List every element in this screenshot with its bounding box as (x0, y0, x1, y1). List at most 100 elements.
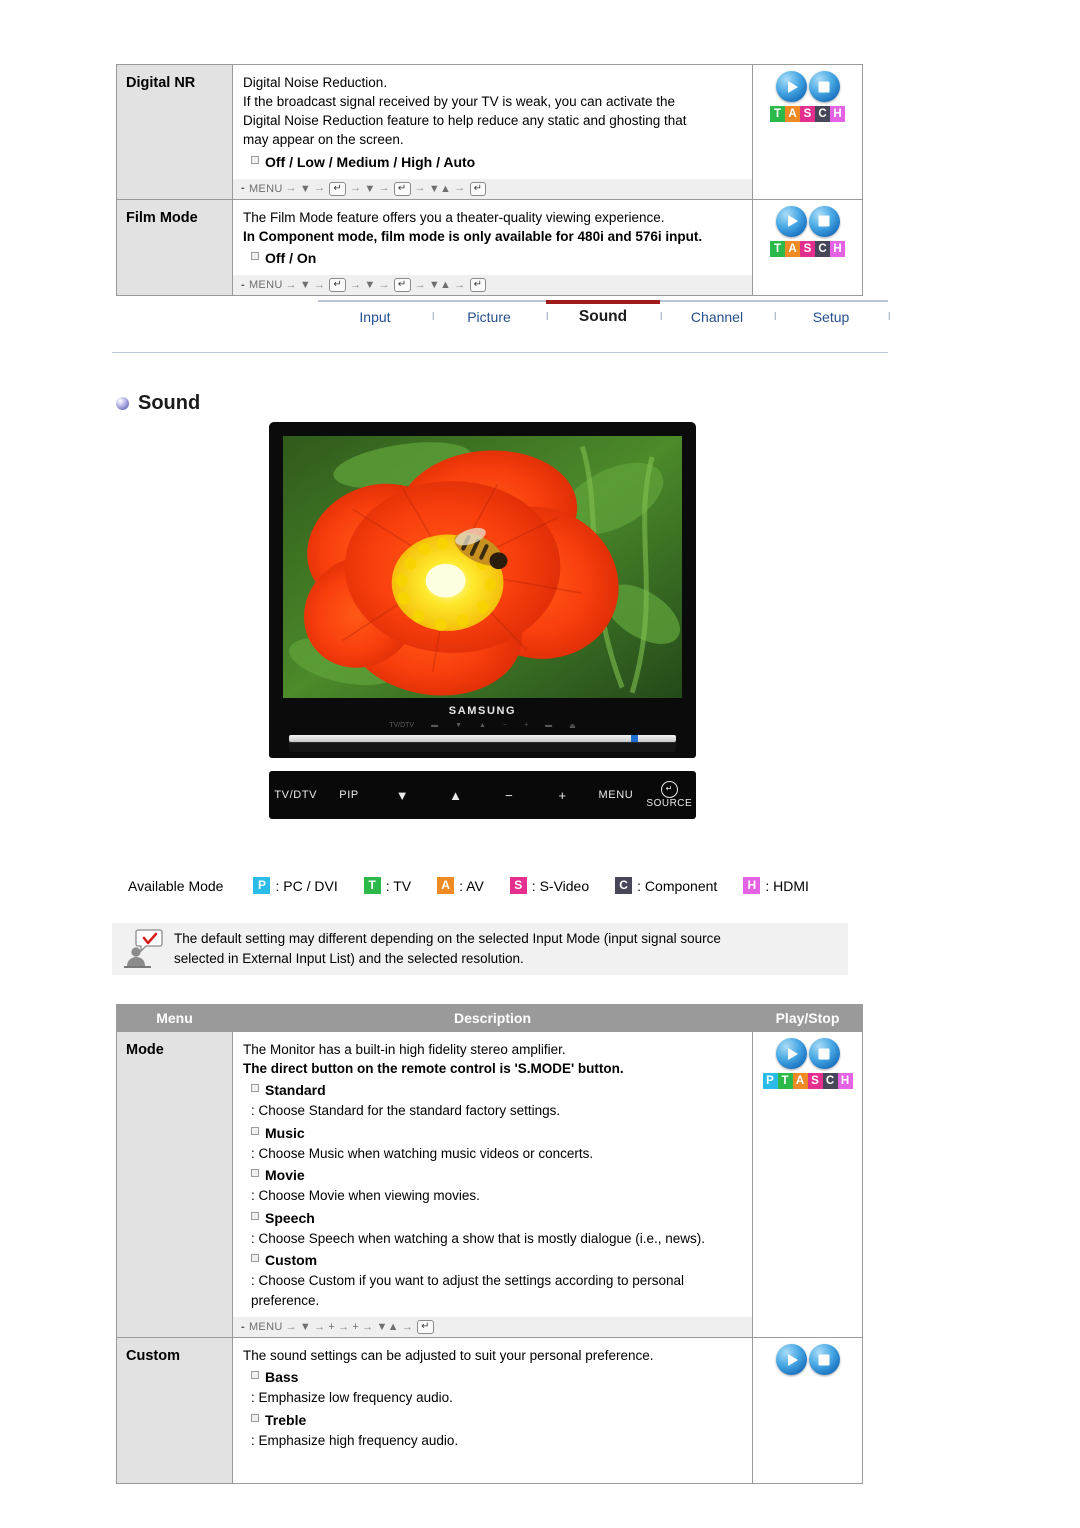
enter-key-icon: ↵ (329, 277, 347, 292)
table-row: Digital NR Digital Noise Reduction. If t… (116, 64, 863, 200)
mode-svideo-label: : S-Video (531, 877, 590, 894)
desc-line: may appear on the screen. (243, 132, 404, 148)
header-menu: Menu (116, 1004, 233, 1032)
desc-line: The Monitor has a built-in high fidelity… (243, 1042, 566, 1057)
option-label: Movie (265, 1167, 305, 1184)
path-down: ▼ (364, 182, 376, 195)
menu-cell: Digital NR (116, 64, 233, 200)
mode-badge: T A S C H (770, 240, 845, 257)
playstop-cell: P T A S C H (752, 1030, 863, 1339)
badge-T: T (770, 240, 785, 257)
key-source-icon: ⏏ (569, 722, 576, 730)
badge-C: C (822, 1073, 838, 1089)
monitor-base (289, 742, 676, 752)
option-label: Bass (265, 1369, 299, 1386)
mode-hdmi-label: : HDMI (765, 877, 809, 894)
key-plus-icon: + (524, 722, 529, 729)
enter-key-icon: ↵ (393, 181, 411, 196)
play-stop-orbs (775, 1344, 840, 1376)
chip-S-icon: S (509, 877, 527, 894)
badge-T: T (770, 106, 785, 122)
square-bullet-icon (251, 1211, 259, 1220)
option-label: Custom (265, 1252, 318, 1269)
stop-icon (808, 205, 840, 237)
option-standard: Standard (243, 1081, 742, 1100)
desc-line-bold: The direct button on the remote control … (243, 1061, 624, 1077)
control-up-icon[interactable]: ▲ (429, 788, 482, 803)
monitor-front-keys: TV/DTV ▬ ▼ ▲ − + ▬ ⏏ (283, 719, 682, 732)
badge-S: S (800, 240, 815, 257)
path-plus: + (352, 1321, 360, 1334)
play-icon (775, 71, 807, 102)
tab-channel[interactable]: Channel (660, 309, 774, 325)
option-label: Music (265, 1124, 305, 1141)
mode-svideo: S : S-Video (509, 877, 590, 894)
chip-A-icon: A (437, 877, 455, 894)
square-bullet-icon (251, 1413, 259, 1422)
mode-pc-dvi: P : PC / DVI (253, 877, 338, 894)
available-mode-row: Available Mode P : PC / DVI T : TV A : A… (128, 877, 835, 894)
path-plus: + (328, 1321, 336, 1334)
path-menu: MENU (248, 182, 283, 195)
control-minus-icon[interactable]: − (483, 788, 536, 803)
badge-T: T (777, 1073, 793, 1089)
tab-setup[interactable]: Setup (774, 309, 888, 325)
play-stop-orbs (775, 71, 840, 102)
menu-path: - MENU → ▼ → ↵ → ▼ → ↵ → ▼▲ → ↵ (233, 274, 752, 295)
path-down: ▼ (299, 278, 312, 291)
description-cell: The Monitor has a built-in high fidelity… (232, 1030, 753, 1339)
flower-photo-icon (283, 436, 682, 698)
option-detail: : Choose Speech when watching a show tha… (251, 1230, 705, 1246)
control-down-icon[interactable]: ▼ (376, 788, 429, 803)
tab-picture[interactable]: Picture (432, 309, 546, 325)
play-icon (775, 205, 807, 237)
option-detail: : Emphasize low frequency audio. (251, 1390, 453, 1406)
menu-cell: Film Mode (116, 198, 233, 296)
tab-rule (318, 300, 888, 304)
badge-S: S (807, 1073, 823, 1089)
tab-input[interactable]: Input (318, 309, 432, 325)
mode-pc-dvi-label: : PC / DVI (275, 877, 338, 894)
mode-badge: P T A S C H (762, 1073, 853, 1089)
path-down: ▼ (299, 182, 312, 195)
menu-label: Digital NR (126, 75, 196, 91)
tab-sound[interactable]: Sound (546, 308, 660, 326)
mode-badge: T A S C H (770, 106, 845, 122)
control-plus-icon[interactable]: + (536, 788, 589, 803)
table-header-row: Menu Description Play/Stop (116, 1004, 863, 1032)
note-line-2: selected in External Input List) and the… (174, 951, 524, 966)
monitor-stand-bar (289, 735, 676, 742)
menu-path: - MENU → ▼ → + → + → ▼▲ → ↵ (233, 1317, 752, 1338)
playstop-cell: T A S C H (752, 198, 863, 296)
divider (112, 352, 888, 353)
active-tab-indicator (546, 300, 660, 304)
desc-line: Digital Noise Reduction feature to help … (243, 113, 687, 129)
square-bullet-icon (251, 251, 259, 260)
badge-C: C (815, 240, 830, 257)
chip-H-icon: H (743, 877, 761, 894)
note-text: The default setting may different depend… (174, 929, 735, 968)
square-bullet-icon (251, 1371, 259, 1380)
path-updown: ▼▲ (376, 1321, 399, 1334)
control-pip[interactable]: PIP (322, 789, 375, 801)
available-mode-label: Available Mode (128, 877, 224, 894)
mode-av: A : AV (437, 877, 484, 894)
page-title: Sound (116, 392, 200, 415)
badge-A: A (792, 1073, 808, 1089)
key-minus-icon: − (502, 722, 508, 729)
stop-icon (808, 1038, 840, 1069)
chip-T-icon: T (363, 877, 381, 894)
option-detail: : Choose Standard for the standard facto… (251, 1103, 561, 1119)
control-source[interactable]: ↵ SOURCE (643, 780, 696, 810)
option-detail: : Emphasize high frequency audio. (251, 1432, 459, 1448)
option-detail: : Choose Movie when viewing movies. (251, 1188, 480, 1204)
option-treble: Treble (243, 1411, 742, 1430)
key-menu-icon: ▬ (545, 722, 553, 729)
path-down: ▼ (364, 278, 376, 291)
badge-H: H (837, 1073, 853, 1089)
dash-marker: - (241, 1321, 245, 1334)
mode-av-label: : AV (459, 877, 484, 894)
mode-hdmi: H : HDMI (743, 877, 809, 894)
control-tvdtv[interactable]: TV/DTV (269, 789, 322, 801)
control-menu[interactable]: MENU (589, 789, 642, 801)
